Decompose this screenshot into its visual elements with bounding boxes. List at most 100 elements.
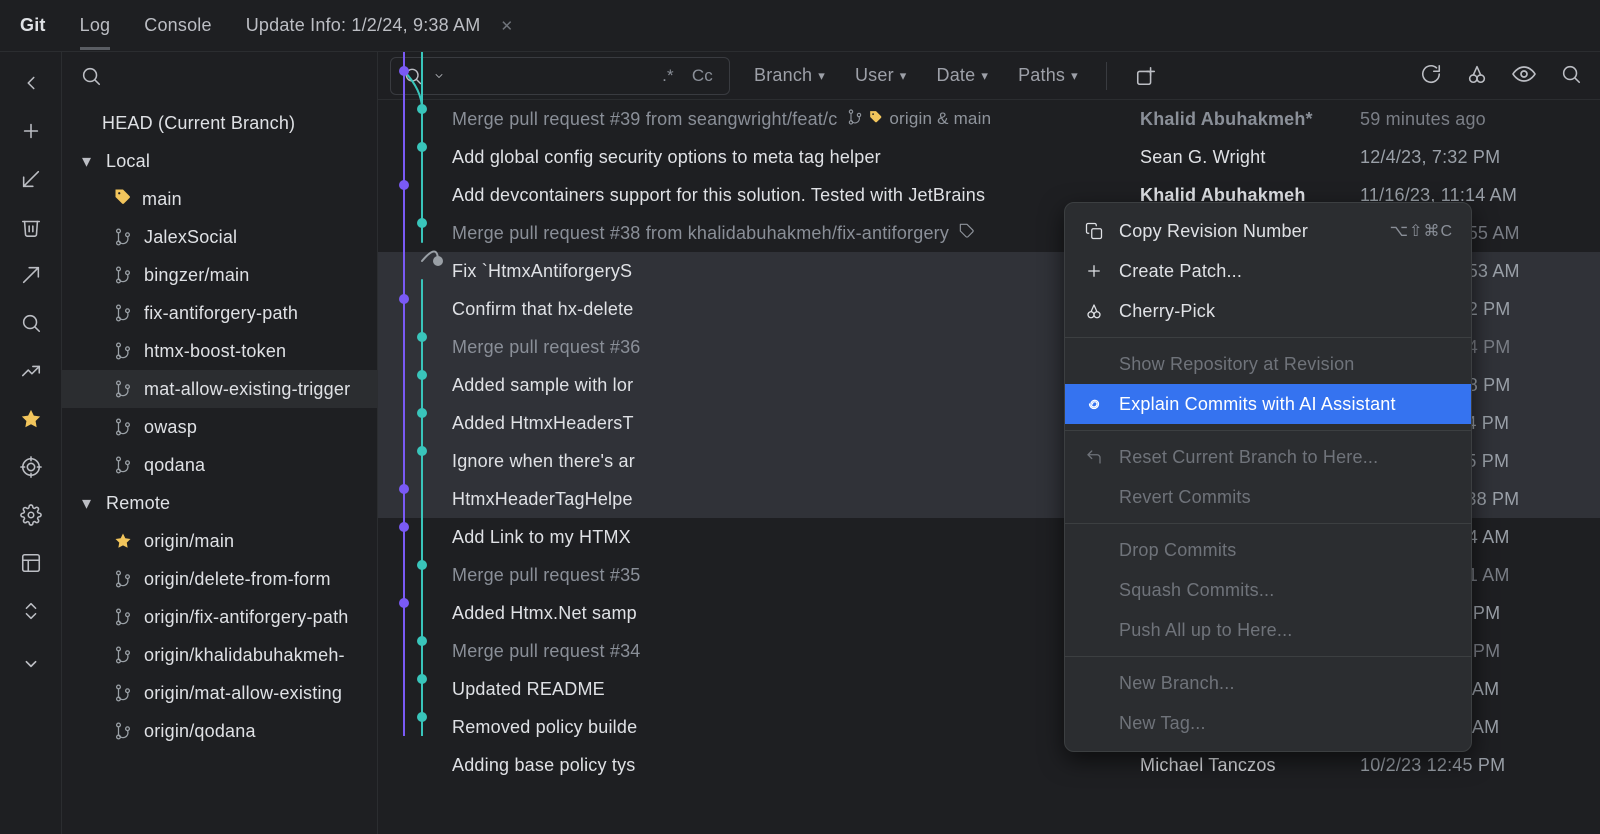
graph-cell bbox=[390, 404, 452, 442]
filter-branch[interactable]: Branch ▾ bbox=[748, 65, 831, 86]
trash-icon[interactable] bbox=[12, 208, 50, 246]
branch-label: main bbox=[142, 189, 182, 210]
section-remote[interactable]: ▾Remote bbox=[62, 484, 377, 522]
tab-update-info[interactable]: Update Info: 1/2/24, 9:38 AM ✕ bbox=[246, 15, 514, 36]
menu-separator bbox=[1065, 430, 1471, 431]
outgoing-icon[interactable] bbox=[12, 256, 50, 294]
back-icon[interactable] bbox=[12, 64, 50, 102]
branch-origin-qodana[interactable]: origin/qodana bbox=[62, 712, 377, 750]
branch-jalexsocial[interactable]: JalexSocial bbox=[62, 218, 377, 256]
graph-cell bbox=[390, 100, 452, 138]
branch-owasp[interactable]: owasp bbox=[62, 408, 377, 446]
regex-toggle[interactable]: .* bbox=[658, 66, 678, 86]
layout-icon[interactable] bbox=[12, 544, 50, 582]
star-icon[interactable] bbox=[12, 400, 50, 438]
branch-label: origin/delete-from-form bbox=[144, 569, 331, 590]
search-icon[interactable] bbox=[1554, 63, 1588, 85]
tab-log[interactable]: Log bbox=[80, 15, 111, 36]
filter-date[interactable]: Date▾ bbox=[931, 65, 995, 86]
filter-label: Branch bbox=[754, 65, 812, 86]
graph-cell bbox=[390, 214, 452, 252]
menu-label: Explain Commits with AI Assistant bbox=[1119, 394, 1453, 415]
cherry-icon bbox=[1083, 302, 1105, 320]
menu-label: Cherry-Pick bbox=[1119, 301, 1453, 322]
menu-item-push-all-up-to-here: Push All up to Here... bbox=[1065, 610, 1471, 650]
incoming-icon[interactable] bbox=[12, 160, 50, 198]
tab-git[interactable]: Git bbox=[20, 15, 46, 36]
add-icon[interactable] bbox=[12, 112, 50, 150]
commit-date: 59 minutes ago bbox=[1360, 109, 1600, 130]
collapse-icon[interactable] bbox=[12, 640, 50, 678]
filter-paths[interactable]: Paths▾ bbox=[1012, 65, 1084, 86]
branch-icon bbox=[114, 722, 134, 740]
branch-label: fix-antiforgery-path bbox=[144, 303, 298, 324]
search-icon bbox=[80, 65, 102, 87]
star-icon bbox=[114, 532, 134, 550]
branch-mat-allow-existing-trigger[interactable]: mat-allow-existing-trigger bbox=[62, 370, 377, 408]
target-icon[interactable] bbox=[12, 448, 50, 486]
head-branch[interactable]: HEAD (Current Branch) bbox=[62, 104, 377, 142]
commit-message: Added Htmx.Net samp bbox=[452, 603, 1140, 624]
menu-label: New Branch... bbox=[1119, 673, 1453, 694]
branch-label: htmx-boost-token bbox=[144, 341, 286, 362]
close-icon[interactable]: ✕ bbox=[500, 17, 513, 35]
menu-item-reset-current-branch-to-here: Reset Current Branch to Here... bbox=[1065, 437, 1471, 477]
chevron-down-icon: ▾ bbox=[900, 68, 907, 84]
commit-row[interactable]: Add global config security options to me… bbox=[378, 138, 1600, 176]
branch-icon bbox=[114, 608, 134, 626]
commit-message: Fix `HtmxAntiforgeryS bbox=[452, 261, 1140, 282]
match-case-toggle[interactable]: Cc bbox=[688, 66, 717, 86]
chevron-down-icon[interactable] bbox=[433, 70, 445, 82]
refresh-icon[interactable] bbox=[1414, 63, 1448, 85]
tab-console[interactable]: Console bbox=[144, 15, 211, 36]
branch-origin-mat-allow-existing[interactable]: origin/mat-allow-existing bbox=[62, 674, 377, 712]
menu-item-copy-revision-number[interactable]: Copy Revision Number⌥⇧⌘C bbox=[1065, 211, 1471, 251]
branch-label: JalexSocial bbox=[144, 227, 237, 248]
menu-item-create-patch[interactable]: Create Patch... bbox=[1065, 251, 1471, 291]
branch-origin-main[interactable]: origin/main bbox=[62, 522, 377, 560]
branch-origin-delete-from-form[interactable]: origin/delete-from-form bbox=[62, 560, 377, 598]
branch-label: origin/mat-allow-existing bbox=[144, 683, 342, 704]
branch-icon bbox=[114, 418, 134, 436]
new-tab-icon[interactable] bbox=[1129, 65, 1163, 87]
log-area: .* Cc Branch ▾ User▾ Date▾ Paths▾ Merge p… bbox=[378, 52, 1600, 834]
branch-icon bbox=[114, 380, 134, 398]
branch-qodana[interactable]: qodana bbox=[62, 446, 377, 484]
filter-user[interactable]: User▾ bbox=[849, 65, 913, 86]
graph-cell bbox=[390, 556, 452, 594]
branch-icon bbox=[114, 228, 134, 246]
menu-item-explain-commits-with-ai-assistant[interactable]: Explain Commits with AI Assistant bbox=[1065, 384, 1471, 424]
sidebar-search[interactable] bbox=[62, 52, 377, 100]
commit-message: Merge pull request #38 from khalidabuhak… bbox=[452, 223, 1140, 244]
context-menu: Copy Revision Number⌥⇧⌘C Create Patch... C… bbox=[1064, 202, 1472, 752]
settings-icon[interactable] bbox=[12, 496, 50, 534]
commit-message: Add global config security options to me… bbox=[452, 147, 1140, 168]
search-icon[interactable] bbox=[12, 304, 50, 342]
copy-icon bbox=[1083, 222, 1105, 240]
eye-icon[interactable] bbox=[1506, 62, 1542, 86]
menu-label: Create Patch... bbox=[1119, 261, 1453, 282]
branch-label: mat-allow-existing-trigger bbox=[144, 379, 350, 400]
log-search-input[interactable]: .* Cc bbox=[390, 57, 730, 95]
chevron-down-icon: ▾ bbox=[818, 68, 825, 84]
menu-shortcut: ⌥⇧⌘C bbox=[1390, 221, 1453, 241]
menu-item-cherry-pick[interactable]: Cherry-Pick bbox=[1065, 291, 1471, 331]
section-local[interactable]: ▾Local bbox=[62, 142, 377, 180]
branch-origin-fix-antiforgery-path[interactable]: origin/fix-antiforgery-path bbox=[62, 598, 377, 636]
graph-cell bbox=[390, 252, 452, 290]
branch-main[interactable]: main bbox=[62, 180, 377, 218]
tag-icon bbox=[114, 188, 132, 211]
branch-origin-khalidabuhakmeh-[interactable]: origin/khalidabuhakmeh- bbox=[62, 636, 377, 674]
branch-htmx-boost-token[interactable]: htmx-boost-token bbox=[62, 332, 377, 370]
head-label: HEAD (Current Branch) bbox=[102, 113, 295, 134]
chevron-down-icon: ▾ bbox=[82, 493, 96, 514]
graph-icon[interactable] bbox=[12, 352, 50, 390]
commit-row[interactable]: Merge pull request #39 from seangwright/… bbox=[378, 100, 1600, 138]
commit-date: 10/2/23 12:45 PM bbox=[1360, 755, 1600, 776]
expand-icon[interactable] bbox=[12, 592, 50, 630]
branch-bingzer-main[interactable]: bingzer/main bbox=[62, 256, 377, 294]
cherry-icon[interactable] bbox=[1460, 63, 1494, 85]
branch-fix-antiforgery-path[interactable]: fix-antiforgery-path bbox=[62, 294, 377, 332]
ref-tag: origin & main bbox=[847, 109, 991, 130]
commit-message: Adding base policy tys bbox=[452, 755, 1140, 776]
